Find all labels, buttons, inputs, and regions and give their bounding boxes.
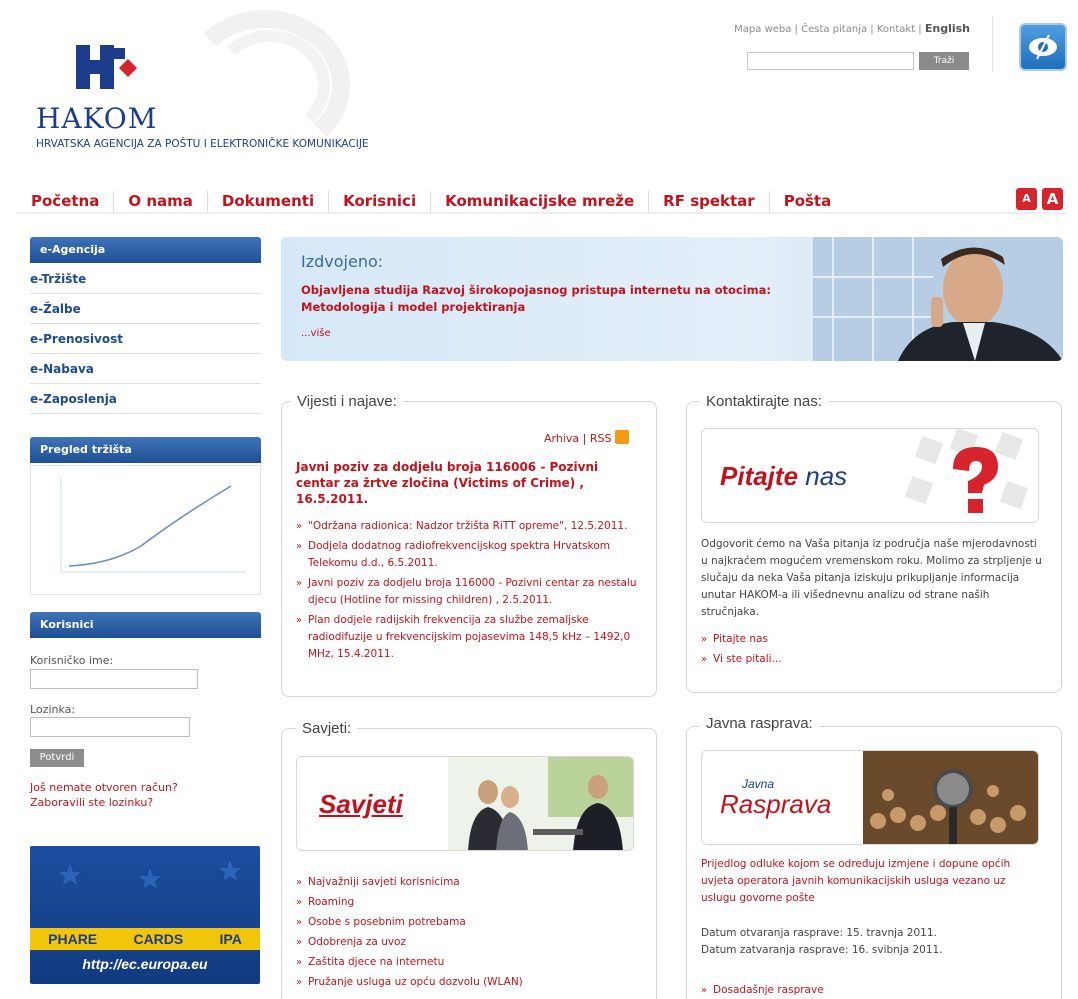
forgot-password-link[interactable]: Zaboravili ste lozinku? <box>30 796 153 809</box>
news-headline[interactable]: Javni poziv za dodjelu broja 116006 - Po… <box>296 459 641 507</box>
news-item[interactable]: Javni poziv za dodjelu broja 116000 - Po… <box>296 575 641 609</box>
rss-icon[interactable] <box>614 430 629 444</box>
top-links: Mapa weba | Česta pitanja | Kontakt | En… <box>734 22 970 35</box>
market-chart-graphic <box>60 478 246 573</box>
username-input[interactable] <box>30 669 198 689</box>
top-link-faq[interactable]: Česta pitanja <box>801 24 867 35</box>
sidebar-item-eportability[interactable]: e-Prenosivost <box>30 324 261 354</box>
debate-links: Dosadašnje rasprave <box>701 982 1046 999</box>
tips-list: Najvažniji savjeti korisnicima Roaming O… <box>296 874 641 994</box>
featured-title: Izdvojeno: <box>301 252 384 271</box>
eagency-list: e-Tržište e-Žalbe e-Prenosivost e-Nabava… <box>30 264 261 414</box>
top-link-contact[interactable]: Kontakt <box>877 24 915 35</box>
nav-item-documents[interactable]: Dokumenti <box>222 191 330 213</box>
search-input[interactable] <box>747 52 914 70</box>
password-label: Lozinka: <box>30 703 76 716</box>
contact-links: Pitajte nas Vi ste pitali... <box>701 631 1046 671</box>
debate-panel-text: Rasprava <box>720 789 832 819</box>
tips-item[interactable]: Roaming <box>296 894 641 911</box>
contact-text: Odgovorit ćemo na Vaša pitanja iz područ… <box>701 538 1042 618</box>
logo-subtitle: HRVATSKA AGENCIJA ZA POŠTU I ELEKTRONIČK… <box>36 138 369 150</box>
debate-panel[interactable]: Javna Rasprava <box>701 750 1039 845</box>
search-button[interactable]: Traži <box>919 52 969 70</box>
question-mark-icon <box>904 429 1029 513</box>
login-submit-button[interactable]: Potvrdi <box>30 749 84 767</box>
nav-underline <box>16 212 1066 214</box>
nav-item-rf-spectrum[interactable]: RF spektar <box>663 191 770 213</box>
news-title: Vijesti i najave: <box>291 393 403 410</box>
contact-title: Kontaktirajte nas: <box>700 393 828 410</box>
eu-programs-banner[interactable]: PHARE CARDS IPA http://ec.europa.eu <box>30 846 260 984</box>
debate-title: Javna rasprava: <box>700 715 819 732</box>
tips-item[interactable]: Pružanje usluga uz opću dozvolu (WLAN) <box>296 974 641 991</box>
news-rss-link[interactable]: RSS <box>590 432 612 445</box>
featured-banner: Izdvojeno: Objavljena studija Razvoj šir… <box>281 237 1063 361</box>
hakom-logo-icon[interactable] <box>76 45 138 89</box>
news-list: "Održana radionica: Nadzor tržišta RiTT … <box>296 518 641 666</box>
font-increase-button[interactable]: A <box>1042 188 1063 210</box>
sidebar-item-ecomplaints[interactable]: e-Žalbe <box>30 294 261 324</box>
top-link-sitemap[interactable]: Mapa weba <box>734 24 791 35</box>
username-label: Korisničko ime: <box>30 654 114 667</box>
news-archive-link[interactable]: Arhiva <box>544 432 579 445</box>
news-item[interactable]: "Održana radionica: Nadzor tržišta RiTT … <box>296 518 641 535</box>
top-link-english[interactable]: English <box>925 22 970 35</box>
ask-us-panel[interactable]: Pitajte nas <box>701 428 1039 523</box>
accessibility-button[interactable] <box>1019 23 1067 71</box>
tips-item[interactable]: Najvažniji savjeti korisnicima <box>296 874 641 891</box>
sidebar-item-eprocurement[interactable]: e-Nabava <box>30 354 261 384</box>
sidebar-item-ejobs[interactable]: e-Zaposlenja <box>30 384 261 414</box>
news-item[interactable]: Dodjela dodatnog radiofrekvencijskog spe… <box>296 538 641 572</box>
header-decoration-inner <box>210 30 330 140</box>
tips-panel-text: Savjeti <box>319 789 403 819</box>
businessman-phone-image <box>813 237 1063 361</box>
main-nav: Početna O nama Dokumenti Korisnici Komun… <box>31 187 859 213</box>
nav-item-users[interactable]: Korisnici <box>343 191 432 213</box>
business-meeting-image <box>448 757 633 850</box>
register-link[interactable]: Još nemate otvoren račun? <box>30 781 178 794</box>
tips-item[interactable]: Odobrenja za uvoz <box>296 934 641 951</box>
ask-us-link[interactable]: Pitajte nas <box>701 631 1046 648</box>
market-chart-thumbnail[interactable] <box>30 465 261 595</box>
news-feed-links: Arhiva | RSS <box>544 430 629 445</box>
nav-item-about[interactable]: O nama <box>128 191 208 213</box>
eu-program-cards: CARDS <box>133 931 184 947</box>
featured-more-link[interactable]: ...više <box>301 328 331 339</box>
audience-microphone-image <box>863 751 1038 844</box>
eu-program-phare: PHARE <box>48 931 98 947</box>
past-debates-link[interactable]: Dosadašnje rasprave <box>701 982 1046 999</box>
debate-close-date: Datum zatvaranja rasprave: 16. svibnja 2… <box>701 944 943 956</box>
nav-item-post[interactable]: Pošta <box>784 191 846 213</box>
eu-programs-bar: PHARE CARDS IPA <box>30 928 260 950</box>
header-divider <box>992 16 993 72</box>
tips-panel[interactable]: Savjeti <box>296 756 634 851</box>
ask-us-panel-text: Pitajte nas <box>720 461 848 491</box>
nav-item-networks[interactable]: Komunikacijske mreže <box>445 191 650 213</box>
logo-text[interactable]: HAKOM <box>36 102 157 135</box>
debate-open-date: Datum otvaranja rasprave: 15. travnja 20… <box>701 927 937 939</box>
tips-item[interactable]: Zaštita djece na internetu <box>296 954 641 971</box>
tips-item[interactable]: Osobe s posebnim potrebama <box>296 914 641 931</box>
featured-link[interactable]: Objavljena studija Razvoj širokopojasnog… <box>301 282 771 316</box>
eu-stars-icon <box>59 860 241 889</box>
eu-program-ipa: IPA <box>219 931 242 947</box>
tips-title: Savjeti: <box>296 720 358 737</box>
nav-item-home[interactable]: Početna <box>31 191 115 213</box>
you-asked-link[interactable]: Vi ste pitali... <box>701 651 1046 668</box>
market-overview-header: Pregled tržišta <box>30 437 261 463</box>
eagency-header: e-Agencija <box>30 237 261 263</box>
sidebar-item-emarket[interactable]: e-Tržište <box>30 264 261 294</box>
debate-text[interactable]: Prijedlog odluke kojom se određuju izmje… <box>701 856 1041 907</box>
users-header: Korisnici <box>30 612 261 638</box>
eu-url: http://ec.europa.eu <box>82 956 208 972</box>
news-item[interactable]: Plan dodjele radijskih frekvencija za sl… <box>296 612 641 663</box>
password-input[interactable] <box>30 717 190 737</box>
font-decrease-button[interactable]: A <box>1016 188 1037 210</box>
eye-icon <box>1029 34 1057 60</box>
